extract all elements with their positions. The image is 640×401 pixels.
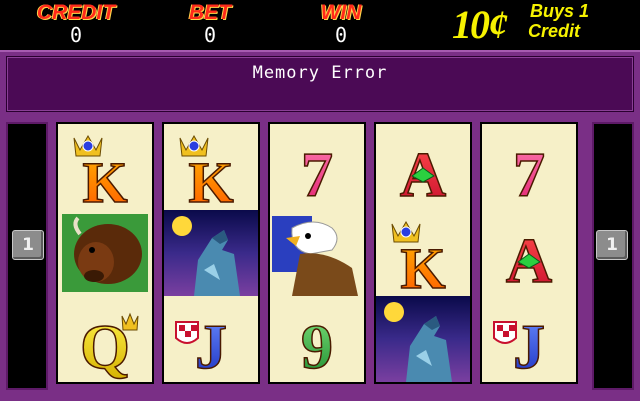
wolf-icon xyxy=(164,210,258,296)
reel-4: A K xyxy=(374,122,472,384)
denomination-amount: 10¢ xyxy=(452,2,508,47)
queen-icon: Q xyxy=(58,296,152,382)
eagle-icon xyxy=(270,210,364,296)
ace-icon: A xyxy=(376,124,470,210)
reel-1: K Q xyxy=(56,122,154,384)
bet-label: BET xyxy=(189,1,231,24)
win-value: 0 xyxy=(334,23,348,47)
reel-area: 1 1 K Q K J7 9A xyxy=(0,116,640,401)
bet-value: 0 xyxy=(203,23,217,47)
message-frame: Memory Error xyxy=(0,50,640,116)
jack-icon: J xyxy=(482,296,576,382)
credit-value: 0 xyxy=(69,23,83,47)
seven-icon: 7 xyxy=(270,124,364,210)
payline-marker-right[interactable]: 1 xyxy=(596,230,628,260)
king-icon: K xyxy=(58,124,152,210)
king-icon: K xyxy=(164,124,258,210)
svg-text:7: 7 xyxy=(301,139,333,210)
svg-text:J: J xyxy=(513,311,545,382)
svg-text:K: K xyxy=(188,150,233,210)
buffalo-icon xyxy=(58,210,152,296)
denomination-credit-label: Credit xyxy=(528,21,581,41)
message-panel: Memory Error xyxy=(6,56,634,112)
wolf-icon xyxy=(376,296,470,382)
message-text: Memory Error xyxy=(252,63,388,83)
seven-icon: 7 xyxy=(482,124,576,210)
svg-text:7: 7 xyxy=(513,139,545,210)
svg-text:9: 9 xyxy=(301,311,333,382)
reel-3: 7 9 xyxy=(268,122,366,384)
denomination-buys-label: Buys 1 xyxy=(530,1,590,21)
svg-text:K: K xyxy=(400,236,445,296)
top-status-bar: CREDIT 0 BET 0 WIN 0 10¢ Buys 1 Credit xyxy=(0,0,640,50)
payline-marker-left[interactable]: 1 xyxy=(12,230,44,260)
svg-text:K: K xyxy=(82,150,127,210)
denomination-display: 10¢ Buys 1 Credit xyxy=(452,2,632,48)
nine-icon: 9 xyxy=(270,296,364,382)
credit-meter: CREDIT 0 xyxy=(36,1,116,47)
reel-2: K J xyxy=(162,122,260,384)
svg-text:J: J xyxy=(195,311,227,382)
win-label: WIN xyxy=(320,1,362,24)
svg-text:Q: Q xyxy=(80,311,130,382)
ace-icon: A xyxy=(482,210,576,296)
king-icon: K xyxy=(376,210,470,296)
credit-label: CREDIT xyxy=(36,1,116,24)
jack-icon: J xyxy=(164,296,258,382)
reel-5: 7A J xyxy=(480,122,578,384)
bet-meter: BET 0 xyxy=(180,1,240,47)
win-meter: WIN 0 xyxy=(306,1,376,47)
